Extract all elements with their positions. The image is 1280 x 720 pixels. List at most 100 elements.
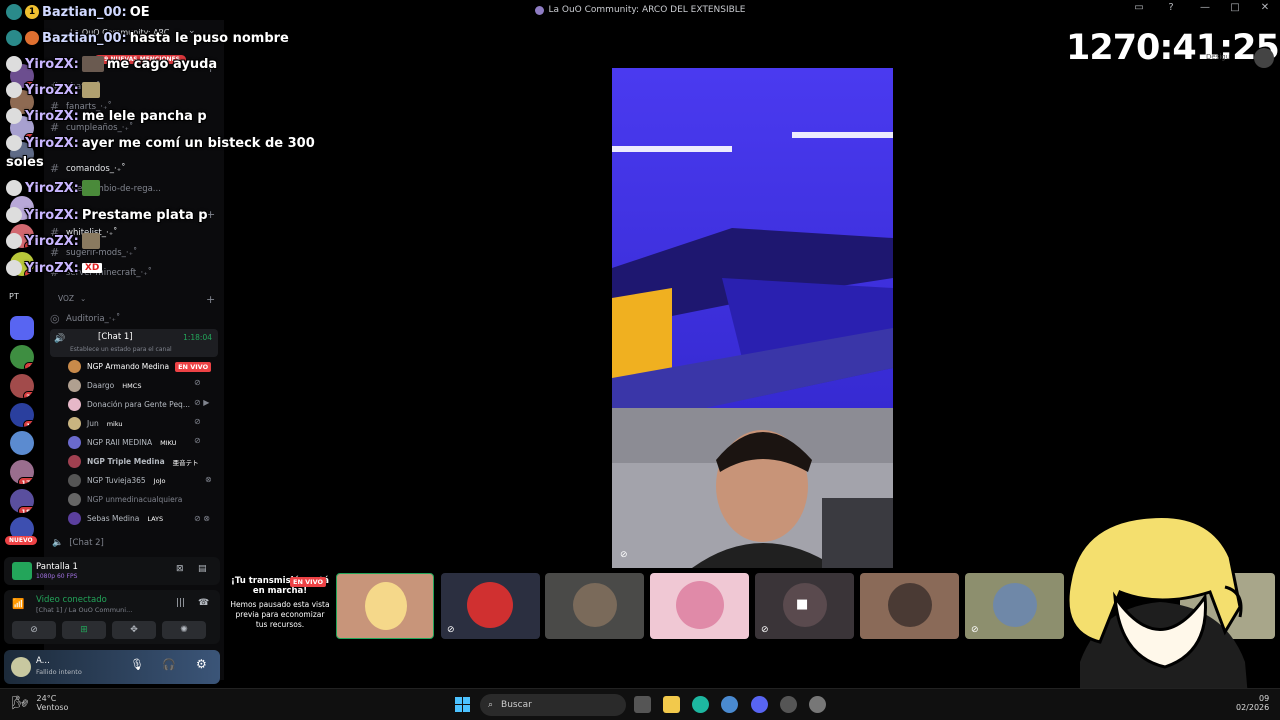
voice-user[interactable]: NGP unmedinacualquiera (68, 493, 182, 506)
chat-message: soles (6, 155, 44, 170)
close-button[interactable]: ✕ (1256, 2, 1274, 13)
stop-stream-icon[interactable]: ⊠ (176, 564, 184, 574)
live-badge: EN VIVO (175, 361, 212, 372)
server-icon[interactable]: 33 (10, 374, 34, 398)
server-icon[interactable] (10, 431, 34, 455)
avatar (6, 233, 22, 249)
avatar (993, 583, 1037, 627)
server-icon[interactable] (10, 316, 34, 340)
voice-user[interactable]: Jun miku (68, 417, 125, 430)
avatar (6, 30, 22, 46)
stream-settings-icon[interactable]: ▤ (198, 564, 207, 574)
muted-icon: ⊘ (761, 625, 769, 635)
voice-user[interactable]: NGP Triple Medina 亜音テト (68, 455, 201, 468)
server-icon[interactable]: 180 (10, 489, 34, 513)
voice-category-header[interactable]: VOZ ⌄ (58, 294, 86, 303)
channel-status-prompt[interactable]: Establece un estado para el canal (70, 346, 172, 353)
participant-tile[interactable]: ⊘ (441, 573, 540, 639)
server-icon[interactable]: 179 (10, 460, 34, 484)
task-view-icon[interactable] (634, 696, 651, 713)
avatar (68, 360, 81, 373)
voice-timer: 1:18:04 (183, 333, 212, 342)
user-panel: A... Fallido intento 🎙 🎧 ⚙ (4, 650, 220, 684)
gear-icon[interactable]: ⚙ (196, 657, 207, 671)
video-icon: ⊘ ▶ (194, 398, 210, 407)
server-icon[interactable]: 18 (10, 403, 34, 427)
live-badge: EN VIVO (290, 577, 327, 587)
chat-message: YiroZX: me cago ayuda (6, 56, 217, 72)
voice-user[interactable]: NGP RAII MEDINA MIKU (68, 436, 179, 449)
avatar (68, 436, 81, 449)
soundboard-button[interactable]: ✺ (162, 621, 206, 639)
channel-comandos[interactable]: # comandos_‧₊˚ (50, 162, 125, 175)
activities-button[interactable]: ✥ (112, 621, 156, 639)
chat-message: YiroZX: ayer me comí un bisteck de 300 (6, 135, 315, 151)
xbox-icon: ⊗ (205, 475, 212, 484)
voice-channel-chat2[interactable]: 🔈 [Chat 2] (52, 538, 104, 548)
avatar (365, 582, 407, 630)
voice-user[interactable]: NGP Armando Medina EN VIVO (68, 360, 212, 373)
signal-icon[interactable]: 📶 (12, 599, 24, 610)
emote (81, 82, 100, 98)
stream-panel: Pantalla 1 1080p 60 FPS ⊠ ▤ (4, 557, 220, 585)
participant-tile[interactable] (860, 573, 959, 639)
participant-tile[interactable]: ■ ⊘ (755, 573, 854, 639)
chat-message: YiroZX: (6, 180, 100, 196)
avatar (676, 581, 724, 629)
clock[interactable]: 09 02/2026 (1236, 694, 1269, 712)
search-box[interactable]: ⌕ Buscar (480, 694, 626, 716)
server-icon[interactable]: 2 (10, 345, 34, 369)
avatar (68, 379, 81, 392)
ccleaner-icon[interactable] (721, 696, 738, 713)
voice-user[interactable]: Sebas Medina LAYS (68, 512, 165, 525)
chat-message: YiroZX: (6, 233, 100, 249)
deafened-icon: ⊘ (194, 417, 201, 426)
avatar[interactable] (11, 657, 31, 677)
voice-user[interactable]: Donación para Gente Peq... (68, 398, 190, 411)
obs-icon[interactable] (780, 696, 797, 713)
disconnect-icon[interactable]: ☎ (198, 598, 209, 608)
settings-icon[interactable] (809, 696, 826, 713)
minimize-button[interactable]: — (1196, 2, 1214, 13)
avatar (573, 583, 617, 627)
edge-icon[interactable] (692, 696, 709, 713)
deafened-icon: ⊘ (194, 436, 201, 445)
avatar (467, 582, 513, 628)
camera-toggle-button[interactable]: ⊘ (12, 621, 56, 639)
participant-tile[interactable] (545, 573, 644, 639)
microphone-icon[interactable]: 🎙 (130, 658, 144, 671)
help-icon[interactable]: ? (1162, 2, 1180, 13)
maximize-button[interactable]: □ (1226, 2, 1244, 13)
stream-frame (612, 68, 893, 568)
main-video-stream[interactable]: ⊘ (612, 68, 893, 568)
participant-tile[interactable] (336, 573, 434, 639)
muted-icon: ⊘ (971, 625, 979, 635)
avatar (68, 493, 81, 506)
channel-auditoria[interactable]: ◎ Auditoria_‧₊˚ (50, 312, 120, 325)
window-title: La OuO Community: ARCO DEL EXTENSIBLE (548, 5, 746, 15)
camera-icon: ■ (796, 597, 809, 612)
muted-icon: ⊘ (620, 550, 628, 560)
avatar (888, 583, 932, 627)
start-icon[interactable] (455, 697, 470, 712)
emote (81, 233, 100, 249)
voice-user[interactable]: Daargo HMCS (68, 379, 143, 392)
avatar[interactable] (1254, 48, 1274, 68)
emote: XD (81, 263, 103, 273)
headphones-icon[interactable]: 🎧 (162, 658, 176, 671)
participant-tile[interactable] (650, 573, 749, 639)
add-voice-channel-icon[interactable]: + (206, 293, 215, 306)
voice-channel-chat1[interactable]: 🔊 [Chat 1] 1:18:04 Establece un estado p… (50, 329, 218, 357)
chat-message: YiroZX: Prestame plata p (6, 207, 208, 223)
speaker-icon: 🔈 (52, 538, 64, 548)
file-explorer-icon[interactable] (663, 696, 680, 713)
avatar (68, 398, 81, 411)
folder-label-pt[interactable]: PT (9, 292, 19, 301)
noise-suppression-icon[interactable]: ||| (176, 598, 185, 608)
voice-user[interactable]: NGP Tuvieja365 JoJo (68, 474, 167, 487)
weather-widget[interactable]: 🌬 24°C Ventoso (12, 694, 68, 712)
inbox-icon[interactable]: ▭ (1130, 2, 1148, 13)
discord-icon[interactable] (751, 696, 768, 713)
emote (81, 56, 104, 72)
share-screen-button[interactable]: ⊞ (62, 621, 106, 639)
